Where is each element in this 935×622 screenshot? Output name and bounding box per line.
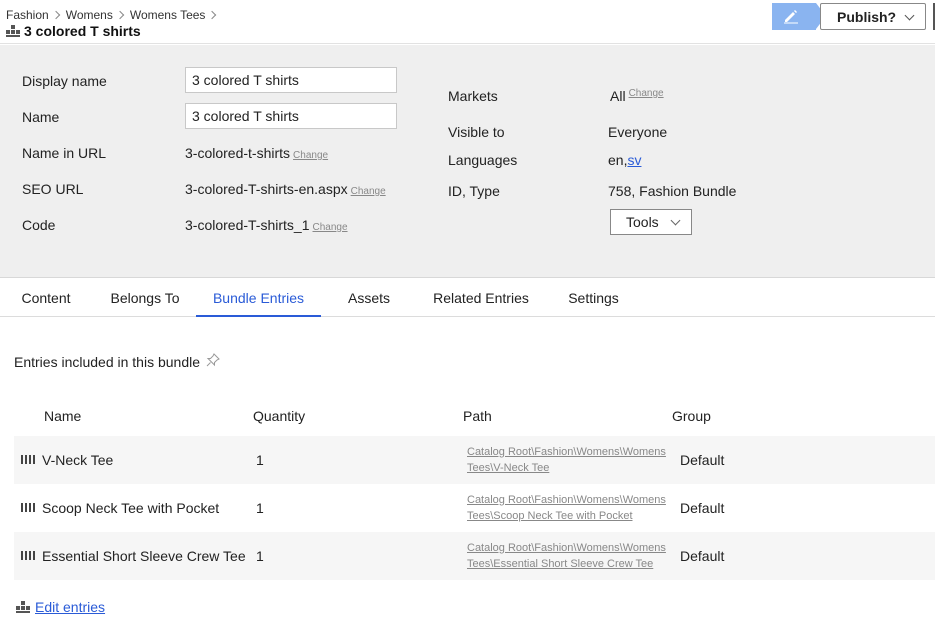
bundle-icon [6, 25, 20, 37]
header: Fashion Womens Womens Tees 3 colored T s… [0, 0, 935, 44]
display-name-label: Display name [22, 73, 107, 89]
edit-button[interactable] [772, 3, 826, 30]
breadcrumb-item-womens[interactable]: Womens [66, 8, 113, 22]
breadcrumb-item-womens-tees[interactable]: Womens Tees [130, 8, 206, 22]
tab-content[interactable]: Content [10, 279, 82, 317]
pencil-icon [784, 10, 798, 24]
name-label: Name [22, 109, 60, 125]
bundle-icon [16, 601, 30, 613]
row-path-line1: Catalog Root\Fashion\Womens\Womens [467, 494, 666, 506]
seo-url-field: 3-colored-T-shirts-en.aspx Change [185, 181, 386, 197]
chevron-right-icon [208, 10, 217, 20]
breadcrumb: Fashion Womens Womens Tees [6, 8, 222, 22]
table-row[interactable]: Essential Short Sleeve Crew Tee 1 Catalo… [14, 532, 935, 580]
pin-icon[interactable] [206, 353, 220, 370]
code-field: 3-colored-T-shirts_1 Change [185, 217, 348, 233]
id-type-value: 758, Fashion Bundle [608, 183, 737, 199]
edit-entries-link[interactable]: Edit entries [35, 599, 105, 615]
seo-url-value: 3-colored-T-shirts-en.aspx [185, 181, 348, 197]
tab-bar: Content Belongs To Bundle Entries Assets… [0, 279, 935, 317]
code-value: 3-colored-T-shirts_1 [185, 217, 310, 233]
row-group: Default [680, 452, 725, 468]
tab-settings[interactable]: Settings [556, 279, 631, 317]
tab-belongs-to[interactable]: Belongs To [100, 279, 190, 317]
chevron-down-icon [904, 10, 915, 21]
languages-label: Languages [448, 152, 518, 168]
language-sv-link[interactable]: sv [627, 152, 641, 168]
tab-assets[interactable]: Assets [335, 279, 403, 317]
visible-to-label: Visible to [448, 124, 505, 140]
row-path-line2: Tees\Essential Short Sleeve Crew Tee [467, 558, 654, 570]
page-title: 3 colored T shirts [24, 23, 141, 39]
change-code-link[interactable]: Change [313, 222, 348, 233]
chevron-right-icon [51, 10, 60, 20]
languages-value: en, [608, 152, 628, 168]
row-quantity: 1 [256, 548, 264, 564]
markets-value: All [610, 88, 626, 104]
name-in-url-field: 3-colored-t-shirts Change [185, 145, 328, 161]
row-name[interactable]: Essential Short Sleeve Crew Tee [42, 548, 246, 564]
display-name-input[interactable] [185, 67, 397, 93]
change-markets-link[interactable]: Change [629, 88, 664, 99]
languages-field: en,sv [608, 152, 641, 168]
row-path-line1: Catalog Root\Fashion\Womens\Womens [467, 542, 666, 554]
row-path-link[interactable]: Catalog Root\Fashion\Womens\Womens Tees\S… [467, 492, 667, 524]
publish-button[interactable]: Publish? [820, 3, 926, 30]
tools-label: Tools [626, 214, 659, 230]
row-path-link[interactable]: Catalog Root\Fashion\Womens\Womens Tees\V… [467, 444, 667, 476]
change-seo-url-link[interactable]: Change [351, 186, 386, 197]
markets-label: Markets [448, 88, 498, 104]
row-name[interactable]: V-Neck Tee [42, 452, 113, 468]
variant-icon [21, 455, 35, 464]
name-in-url-value: 3-colored-t-shirts [185, 145, 291, 161]
name-input[interactable] [185, 103, 397, 129]
variant-icon [21, 551, 35, 560]
properties-panel: Display name Name Name in URL 3-colored-… [0, 45, 935, 278]
visible-to-value: Everyone [608, 124, 668, 140]
section-title-text: Entries included in this bundle [14, 353, 201, 370]
breadcrumb-item-fashion[interactable]: Fashion [6, 8, 49, 22]
tools-dropdown[interactable]: Tools [610, 209, 692, 235]
column-header-name[interactable]: Name [44, 408, 81, 424]
edit-entries: Edit entries [16, 599, 105, 615]
row-quantity: 1 [256, 452, 264, 468]
name-in-url-label: Name in URL [22, 145, 107, 161]
chevron-down-icon [670, 215, 681, 226]
row-path-line2: Tees\V-Neck Tee [467, 462, 550, 474]
column-header-quantity[interactable]: Quantity [253, 408, 305, 424]
publish-button-label: Publish? [837, 8, 897, 25]
variant-icon [21, 503, 35, 512]
row-path-line1: Catalog Root\Fashion\Womens\Womens [467, 446, 666, 458]
table-row[interactable]: V-Neck Tee 1 Catalog Root\Fashion\Womens… [14, 436, 935, 484]
column-header-group[interactable]: Group [672, 408, 711, 424]
table-row[interactable]: Scoop Neck Tee with Pocket 1 Catalog Roo… [14, 484, 935, 532]
id-type-label: ID, Type [448, 183, 500, 199]
chevron-right-icon [115, 10, 125, 20]
code-label: Code [22, 217, 56, 233]
column-header-path[interactable]: Path [463, 408, 492, 424]
row-quantity: 1 [256, 500, 264, 516]
row-path-line2: Tees\Scoop Neck Tee with Pocket [467, 510, 633, 522]
tab-related-entries[interactable]: Related Entries [422, 279, 540, 317]
row-group: Default [680, 500, 725, 516]
row-name[interactable]: Scoop Neck Tee with Pocket [42, 500, 219, 516]
seo-url-label: SEO URL [22, 181, 84, 197]
row-group: Default [680, 548, 725, 564]
change-name-in-url-link[interactable]: Change [293, 150, 328, 161]
row-path-link[interactable]: Catalog Root\Fashion\Womens\Womens Tees\E… [467, 540, 667, 572]
title-row: 3 colored T shirts [6, 23, 141, 39]
markets-field: All Change [610, 88, 664, 104]
section-title: Entries included in this bundle [14, 353, 220, 370]
tab-bundle-entries[interactable]: Bundle Entries [196, 279, 321, 317]
